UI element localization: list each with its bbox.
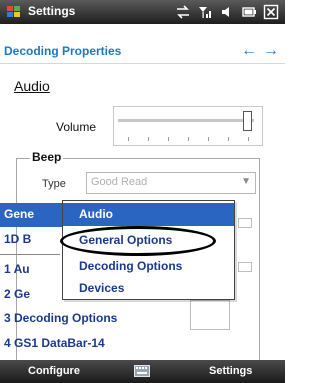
hidden-control (238, 262, 252, 272)
back-arrow-icon[interactable]: ← (241, 43, 257, 59)
forward-arrow-icon[interactable]: → (263, 43, 279, 59)
hidden-control (190, 300, 230, 330)
hidden-control (238, 218, 252, 228)
menu-row[interactable]: 4 GS1 DataBar-14 (0, 332, 190, 356)
volume-icon[interactable] (219, 4, 235, 20)
softkey-bar: Configure Settings (0, 360, 285, 383)
volume-label: Volume (56, 120, 97, 134)
highlight-ellipse (60, 226, 216, 256)
type-label: Type (42, 178, 66, 190)
slider-tick (208, 137, 209, 141)
page-title: Decoding Properties (4, 44, 122, 58)
close-icon[interactable] (263, 4, 279, 20)
app-title: Settings (28, 4, 76, 18)
submenu-item-devices[interactable]: Devices (63, 277, 234, 300)
windows-flag-icon[interactable] (6, 4, 22, 20)
type-value: Good Read (91, 176, 148, 188)
submenu-item-audio[interactable]: Audio (63, 203, 234, 226)
connectivity-icon[interactable] (175, 4, 191, 20)
menu-row[interactable]: 3 Decoding Options (0, 307, 190, 331)
status-icons (175, 3, 279, 21)
menu-divider (0, 254, 60, 255)
chevron-down-icon[interactable]: ▼ (241, 176, 251, 187)
volume-slider[interactable] (113, 106, 263, 146)
slider-tick (248, 137, 249, 141)
slider-track (118, 119, 254, 122)
beep-legend: Beep (30, 150, 64, 164)
section-heading: Audio (14, 78, 50, 94)
slider-tick (228, 137, 229, 141)
slider-tick (188, 137, 189, 141)
slider-tick (168, 137, 169, 141)
keyboard-icon[interactable] (134, 365, 150, 377)
submenu-item-decoding-options[interactable]: Decoding Options (63, 255, 234, 278)
configure-softkey[interactable]: Configure (28, 365, 80, 377)
nav-arrows: ← → (241, 43, 279, 59)
settings-softkey[interactable]: Settings (209, 365, 252, 377)
slider-tick (128, 137, 129, 141)
slider-tick (148, 137, 149, 141)
type-dropdown[interactable]: Good Read ▼ (86, 172, 256, 194)
page-header: Decoding Properties ← → (0, 40, 285, 64)
slider-thumb[interactable] (243, 111, 252, 131)
signal-icon[interactable] (197, 4, 213, 20)
battery-icon[interactable] (241, 4, 257, 20)
status-bar: Settings (0, 0, 285, 24)
